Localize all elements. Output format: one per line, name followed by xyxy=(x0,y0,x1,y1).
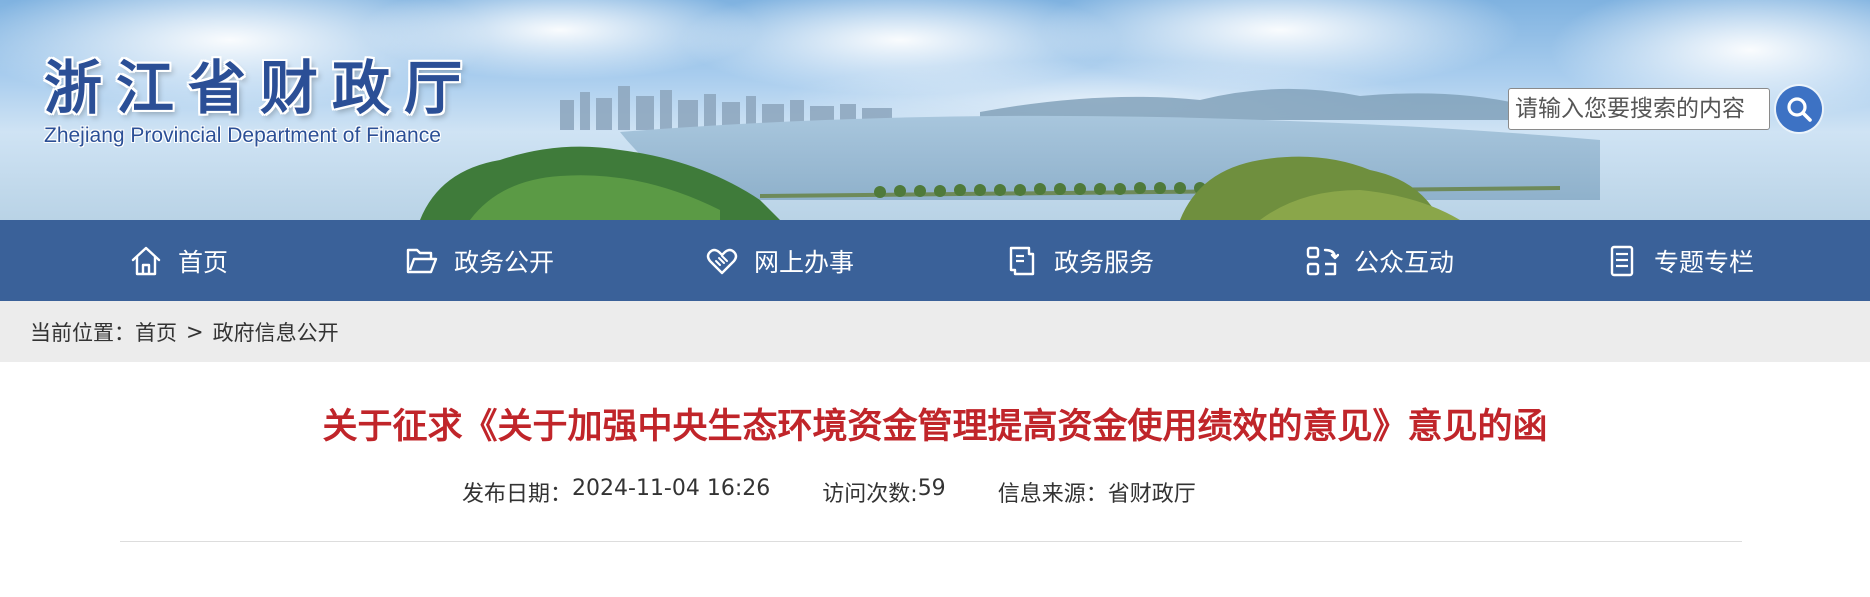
search-input[interactable] xyxy=(1508,88,1770,130)
nav-item-special-topics[interactable]: 专题专栏 xyxy=(1604,220,1754,301)
document-icon xyxy=(1004,243,1040,279)
page: 浙江省财政厅 Zhejiang Provincial Department of… xyxy=(0,0,1870,597)
publish-date-label: 发布日期： xyxy=(462,482,573,507)
nav-item-open-government-label: 政务公开 xyxy=(454,247,555,277)
info-source: 信息来源： 省财政厅 xyxy=(998,476,1196,508)
breadcrumb-bar: 当前位置： 首页 > 政府信息公开 xyxy=(0,301,1870,362)
nav-item-online-services-label: 网上办事 xyxy=(754,247,855,277)
nav-item-home-label: 首页 xyxy=(178,247,229,277)
visit-count-label: 访问次数: xyxy=(822,482,918,507)
nav-item-online-services[interactable]: 网上办事 xyxy=(704,220,854,301)
breadcrumb-prefix: 当前位置： xyxy=(30,320,135,345)
info-source-label: 信息来源： xyxy=(997,482,1108,507)
search-box xyxy=(1508,86,1822,132)
info-source-value: 省财政厅 xyxy=(1107,482,1196,507)
nav-item-government-services[interactable]: 政务服务 xyxy=(1004,220,1154,301)
header-banner: 浙江省财政厅 Zhejiang Provincial Department of… xyxy=(0,0,1870,220)
breadcrumb-link-open-info[interactable]: 政府信息公开 xyxy=(213,317,339,347)
nav-item-government-services-label: 政务服务 xyxy=(1054,247,1155,277)
main-nav: 首页 政务公开 网上办事 政务服务 公众互动 专题专栏 xyxy=(0,220,1870,301)
article-meta: 发布日期： 2024-11-04 16:26 访问次数: 59 信息来源： 省财… xyxy=(462,476,1196,508)
breadcrumb-separator: > xyxy=(186,319,204,344)
nav-item-public-interaction-label: 公众互动 xyxy=(1354,247,1455,277)
nav-item-public-interaction[interactable]: 公众互动 xyxy=(1304,220,1454,301)
breadcrumb: 当前位置： 首页 > 政府信息公开 xyxy=(30,317,339,347)
folder-icon xyxy=(404,243,440,279)
interaction-icon xyxy=(1304,243,1340,279)
list-icon xyxy=(1604,243,1640,279)
search-button[interactable] xyxy=(1776,86,1822,132)
search-icon xyxy=(1787,97,1812,122)
article-title: 关于征求《关于加强中央生态环境资金管理提高资金使用绩效的意见》意见的函 xyxy=(322,407,1548,447)
visit-count: 访问次数: 59 xyxy=(822,476,945,508)
handshake-icon xyxy=(704,243,740,279)
logo-english-name: Zhejiang Provincial Department of Financ… xyxy=(44,124,441,147)
divider xyxy=(120,541,1742,542)
site-logo[interactable]: 浙江省财政厅 Zhejiang Provincial Department of… xyxy=(44,56,476,148)
logo-chinese-name: 浙江省财政厅 xyxy=(44,54,477,122)
publish-date: 发布日期： 2024-11-04 16:26 xyxy=(462,476,770,508)
nav-item-special-topics-label: 专题专栏 xyxy=(1654,247,1755,277)
publish-date-value: 2024-11-04 16:26 xyxy=(572,476,771,501)
nav-item-open-government[interactable]: 政务公开 xyxy=(404,220,554,301)
breadcrumb-link-home[interactable]: 首页 xyxy=(135,317,177,347)
home-icon xyxy=(128,243,164,279)
nav-item-home[interactable]: 首页 xyxy=(128,220,228,301)
visit-count-value: 59 xyxy=(917,476,946,501)
